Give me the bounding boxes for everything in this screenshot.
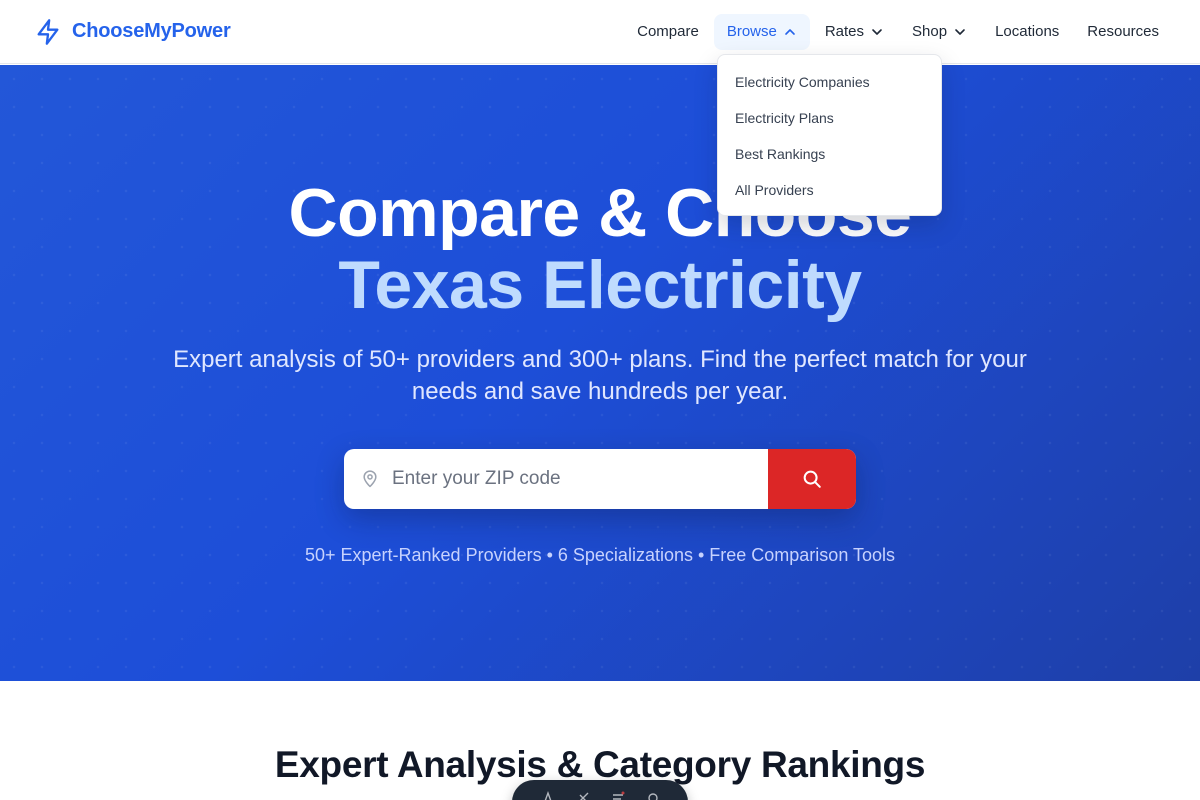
brand-logo-link[interactable]: ChooseMyPower: [34, 18, 231, 46]
search-button[interactable]: [768, 449, 856, 509]
nav-item-label: Browse: [726, 23, 777, 40]
chevron-up-icon: [783, 25, 797, 39]
nav-item-compare[interactable]: Compare: [624, 14, 712, 50]
zip-search-bar: [344, 449, 856, 509]
toolbar-tool-icon[interactable]: [610, 790, 626, 800]
search-icon: [801, 468, 823, 490]
nav-item-label: Shop: [912, 23, 948, 40]
nav-item-label: Resources: [1087, 23, 1159, 40]
menu-item-best-rankings[interactable]: Best Rankings: [718, 136, 941, 172]
hero-section: Compare & Choose Texas Electricity Exper…: [0, 65, 1200, 681]
menu-item-all-providers[interactable]: All Providers: [718, 172, 941, 208]
toolbar-tool-icon[interactable]: [540, 790, 556, 800]
nav-item-label: Compare: [637, 23, 699, 40]
hero-title-line2: Texas Electricity: [338, 247, 862, 323]
menu-item-electricity-companies[interactable]: Electricity Companies: [718, 64, 941, 100]
main-nav: Compare Browse Rates Shop Locations Reso…: [624, 13, 1172, 50]
brand-name: ChooseMyPower: [72, 20, 231, 42]
hero-stats: 50+ Expert-Ranked Providers • 6 Speciali…: [304, 545, 896, 565]
nav-item-shop[interactable]: Shop: [899, 14, 980, 50]
hero-subtitle: Expert analysis of 50+ providers and 300…: [173, 346, 1027, 405]
site-header: ChooseMyPower Compare Browse Rates Shop …: [0, 0, 1200, 64]
toolbar-tool-icon[interactable]: [645, 790, 661, 800]
hero-title: Compare & Choose Texas Electricity: [0, 177, 1200, 321]
nav-item-label: Rates: [824, 23, 865, 40]
nav-item-label: Locations: [995, 23, 1060, 40]
menu-item-electricity-plans[interactable]: Electricity Plans: [718, 100, 941, 136]
map-pin-icon: [360, 469, 380, 489]
nav-item-browse[interactable]: Browse: [713, 13, 810, 50]
toolbar-tool-icon[interactable]: [575, 790, 591, 800]
nav-item-rates[interactable]: Rates: [812, 14, 897, 50]
browse-dropdown-menu: Electricity Companies Electricity Plans …: [717, 54, 942, 216]
nav-item-resources[interactable]: Resources: [1074, 14, 1172, 50]
nav-item-locations[interactable]: Locations: [982, 14, 1072, 50]
chevron-down-icon: [953, 25, 967, 39]
chevron-down-icon: [870, 25, 884, 39]
floating-toolbar: [512, 780, 688, 800]
lightning-bolt-icon: [34, 18, 62, 46]
zip-code-input[interactable]: [380, 449, 768, 509]
